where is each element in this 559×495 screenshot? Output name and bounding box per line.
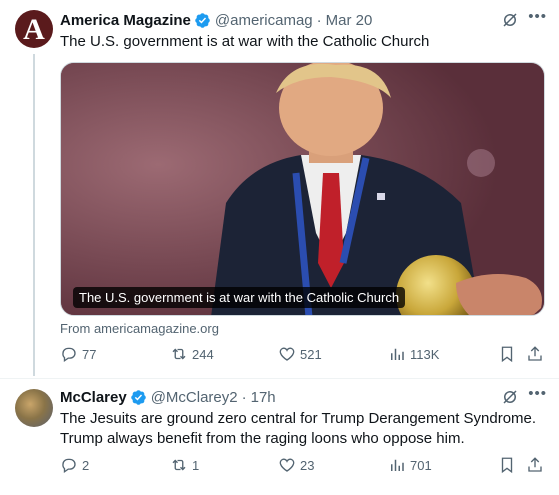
repost-icon (172, 459, 186, 471)
repost-icon (172, 348, 186, 360)
like-button[interactable]: 521 (278, 345, 322, 363)
reply-icon (62, 458, 76, 474)
post-media-image[interactable]: The U.S. government is at war with the C… (60, 62, 545, 316)
bookmark-icon (501, 346, 513, 363)
post-americamag[interactable]: A America Magazine @americamag · Mar 20 … (0, 0, 559, 378)
bookmark-button[interactable] (498, 345, 520, 363)
reply-button[interactable]: 2 (60, 456, 89, 474)
reply-count: 2 (82, 457, 90, 473)
reply-button[interactable]: 77 (60, 345, 96, 363)
heart-icon (279, 458, 295, 472)
views-icon (391, 348, 404, 360)
post-mcclarey[interactable]: McClarey @McClarey2 · 17h ••• The Jesuit… (0, 378, 559, 495)
author-name[interactable]: America Magazine (60, 12, 191, 29)
share-button[interactable] (526, 456, 548, 474)
reply-count: 77 (82, 346, 97, 362)
verified-badge-icon (195, 12, 210, 28)
views-button[interactable]: 113K (388, 345, 439, 363)
views-button[interactable]: 701 (388, 456, 432, 474)
share-icon (528, 457, 542, 472)
avatar[interactable]: A (15, 10, 53, 48)
reply-icon (62, 347, 76, 363)
avatar-letter: A (23, 13, 45, 46)
link-source[interactable]: From americamagazine.org (60, 321, 219, 336)
post-header: McClarey @McClarey2 · 17h (60, 387, 276, 407)
verified-badge-icon (130, 389, 146, 405)
post-text: The Jesuits are ground zero central for … (60, 410, 537, 447)
like-button[interactable]: 23 (278, 456, 314, 474)
author-handle[interactable]: @McClarey2 (151, 389, 238, 406)
heart-icon (279, 347, 295, 361)
share-button[interactable] (526, 345, 548, 363)
action-bar: 77 244 521 113K (60, 345, 545, 367)
media-caption: The U.S. government is at war with the C… (73, 287, 406, 308)
post-header: America Magazine @americamag · Mar 20 (60, 10, 372, 30)
share-icon (528, 346, 542, 361)
repost-count: 244 (192, 346, 214, 362)
bookmark-button[interactable] (498, 456, 520, 474)
media-photo (61, 63, 544, 315)
bookmark-icon (501, 457, 513, 474)
views-count: 113K (410, 346, 440, 362)
repost-button[interactable]: 1 (170, 456, 199, 474)
grok-icon[interactable] (501, 388, 519, 406)
repost-count: 1 (192, 457, 200, 473)
repost-button[interactable]: 244 (170, 345, 214, 363)
separator-dot: · (241, 388, 247, 406)
avatar[interactable] (15, 389, 53, 427)
more-icon[interactable]: ••• (528, 385, 547, 402)
post-time[interactable]: Mar 20 (326, 12, 373, 29)
like-count: 23 (300, 457, 315, 473)
views-icon (391, 459, 404, 471)
action-bar: 2 1 23 701 (60, 456, 545, 478)
author-handle[interactable]: @americamag (215, 12, 313, 29)
post-time[interactable]: 17h (251, 389, 276, 406)
grok-icon[interactable] (501, 11, 519, 29)
separator-dot: · (316, 11, 322, 29)
like-count: 521 (300, 346, 322, 362)
views-count: 701 (410, 457, 432, 473)
more-icon[interactable]: ••• (528, 8, 547, 25)
author-name[interactable]: McClarey (60, 389, 127, 406)
post-text: The U.S. government is at war with the C… (60, 33, 430, 50)
